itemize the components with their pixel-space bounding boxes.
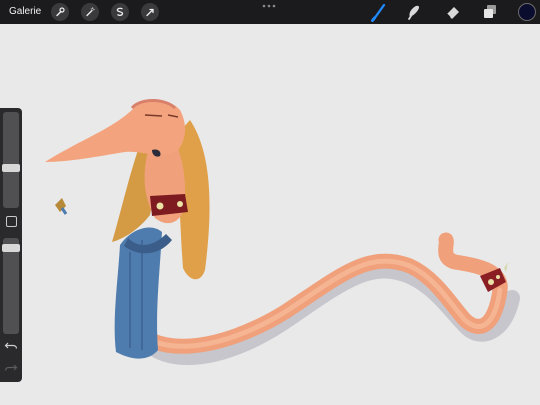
collar-stud [156, 202, 164, 210]
wrench-icon[interactable] [51, 3, 69, 21]
layers-icon[interactable] [480, 2, 500, 22]
color-picker-swatch[interactable] [518, 3, 536, 21]
top-toolbar: Galerie [0, 0, 540, 24]
color-doodle-blue [60, 207, 68, 215]
wrench-glyph [56, 7, 65, 17]
smudge-icon[interactable] [404, 2, 424, 22]
brush-icon[interactable] [369, 2, 389, 22]
collar-stud [496, 275, 500, 279]
transform-glyph [146, 8, 154, 17]
magic-wand-icon[interactable] [81, 3, 99, 21]
eraser-icon[interactable] [443, 2, 463, 22]
collar-stud [177, 201, 183, 207]
snake-head [45, 100, 186, 162]
collar-stud [488, 279, 494, 285]
drawing-canvas[interactable] [0, 24, 540, 405]
magic-wand-glyph [86, 7, 95, 17]
gallery-button[interactable]: Galerie [9, 5, 41, 18]
collar-spike [504, 262, 508, 272]
more-options-icon[interactable] [262, 4, 276, 8]
transform-icon[interactable] [141, 3, 159, 21]
selection-glyph [116, 7, 124, 17]
selection-icon[interactable] [111, 3, 129, 21]
